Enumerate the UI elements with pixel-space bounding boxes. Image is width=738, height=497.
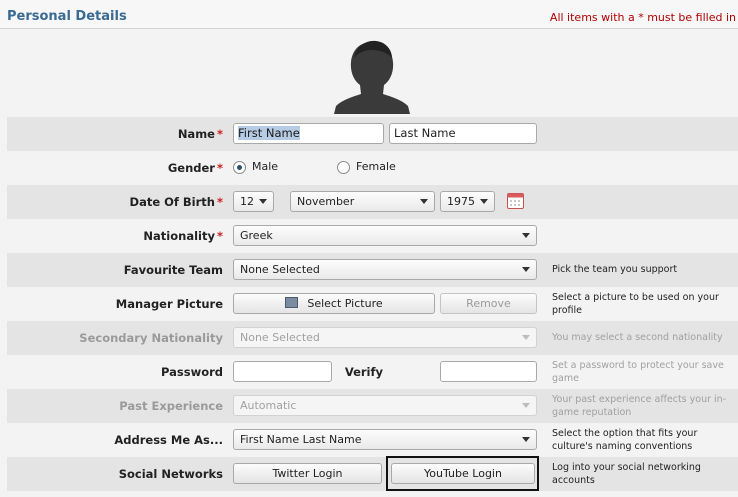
gender-label: Gender *: [167, 161, 223, 175]
header-bar: Personal Details All items with a * must…: [0, 0, 738, 29]
past-experience-label: Past Experience: [119, 399, 223, 413]
address-me-as-help: Select the option that fits your culture…: [552, 428, 698, 452]
select-picture-button[interactable]: Select Picture: [233, 293, 435, 314]
calendar-icon[interactable]: [507, 192, 524, 209]
female-radio[interactable]: [337, 161, 350, 174]
row-gender: Gender * Male Female: [7, 151, 738, 185]
picture-icon: [285, 297, 299, 308]
password-help: Set a password to protect your save game: [552, 360, 724, 384]
row-favourite-team: Favourite Team None Selected Pick the te…: [7, 253, 738, 287]
secondary-nationality-help: You may select a second nationality: [552, 332, 723, 343]
chevron-down-icon: [522, 233, 530, 238]
row-nationality: Nationality * Greek: [7, 219, 738, 253]
row-manager-picture: Manager Picture Select Picture Remove Se…: [7, 287, 738, 321]
chevron-down-icon: [522, 437, 530, 442]
favourite-team-label: Favourite Team: [123, 263, 223, 277]
nationality-select[interactable]: Greek: [233, 225, 537, 246]
favourite-team-select[interactable]: None Selected: [233, 259, 537, 280]
password-label: Password: [161, 365, 223, 379]
last-name-input[interactable]: Last Name: [389, 123, 537, 144]
silhouette-avatar-icon[interactable]: [330, 38, 414, 114]
dob-year-select[interactable]: 1975: [440, 191, 495, 212]
male-radio-label[interactable]: Male: [252, 160, 278, 173]
address-me-as-label: Address Me As...: [114, 433, 223, 447]
chevron-down-icon: [522, 403, 530, 408]
male-radio[interactable]: [233, 161, 246, 174]
chevron-down-icon: [420, 199, 428, 204]
youtube-login-highlight: [386, 456, 539, 491]
row-name: Name * First Name Last Name: [7, 117, 738, 151]
row-date-of-birth: Date Of Birth * 12 November 1975: [7, 185, 738, 219]
first-name-input[interactable]: First Name: [233, 123, 384, 144]
past-experience-help: Your past experience affects your in-gam…: [552, 394, 727, 418]
social-networks-help: Log into your social networking accounts: [552, 462, 701, 486]
verify-label: Verify: [344, 365, 383, 379]
twitter-login-button[interactable]: Twitter Login: [233, 463, 382, 484]
dob-day-select[interactable]: 12: [233, 191, 274, 212]
chevron-down-icon: [259, 199, 267, 204]
chevron-down-icon: [522, 267, 530, 272]
page-title: Personal Details: [7, 9, 127, 24]
secondary-nationality-label: Secondary Nationality: [79, 331, 223, 345]
required-note: All items with a * must be filled in: [549, 11, 736, 24]
past-experience-select[interactable]: Automatic: [233, 395, 537, 416]
verify-password-input[interactable]: [440, 361, 537, 382]
date-of-birth-label: Date Of Birth *: [129, 195, 223, 209]
password-input[interactable]: [233, 361, 332, 382]
female-radio-label[interactable]: Female: [356, 160, 396, 173]
row-social-networks: Social Networks Twitter Login YouTube Lo…: [7, 456, 738, 491]
manager-picture-label: Manager Picture: [115, 297, 223, 311]
row-secondary-nationality: Secondary Nationality None Selected You …: [7, 321, 738, 355]
chevron-down-icon: [522, 335, 530, 340]
address-me-as-select[interactable]: First Name Last Name: [233, 429, 537, 450]
row-address-me-as: Address Me As... First Name Last Name Se…: [7, 423, 738, 457]
secondary-nationality-select[interactable]: None Selected: [233, 327, 537, 348]
favourite-team-help: Pick the team you support: [552, 264, 678, 275]
row-password: Password Verify Set a password to protec…: [7, 355, 738, 389]
row-past-experience: Past Experience Automatic Your past expe…: [7, 389, 738, 423]
dob-month-select[interactable]: November: [290, 191, 435, 212]
remove-picture-button[interactable]: Remove: [440, 293, 537, 314]
social-networks-label: Social Networks: [118, 467, 223, 481]
chevron-down-icon: [480, 199, 488, 204]
manager-picture-help: Select a picture to be used on your prof…: [552, 292, 719, 316]
nationality-label: Nationality *: [143, 229, 223, 243]
name-label: Name *: [177, 127, 223, 141]
